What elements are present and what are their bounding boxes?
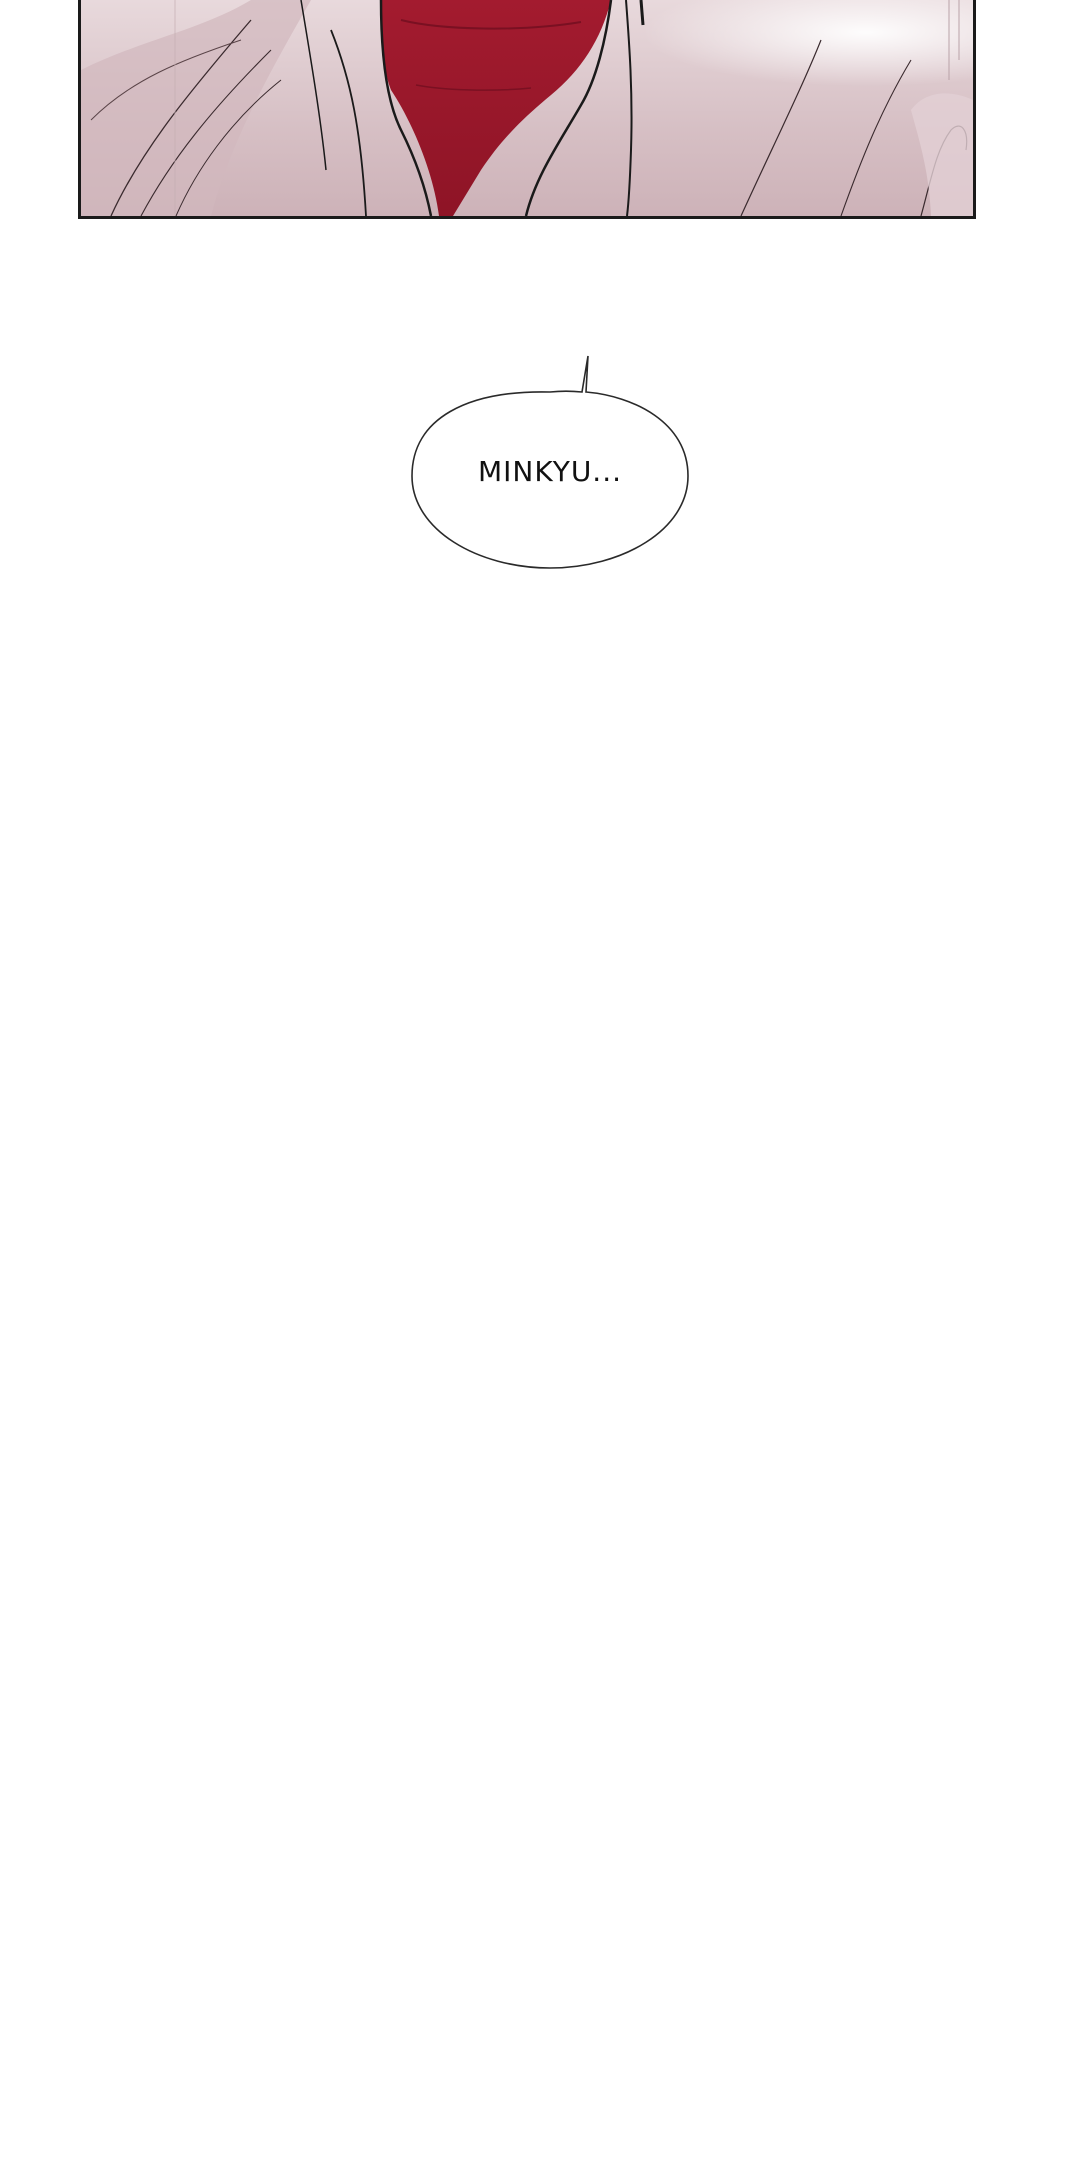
speech-bubble-text: MINKYU... [477,455,623,488]
comic-panel-top [78,0,976,219]
speech-bubble: MINKYU... [408,352,692,574]
panel-artwork [81,0,973,216]
coat-line [639,0,645,26]
comic-page: MINKYU... [0,0,1080,2175]
